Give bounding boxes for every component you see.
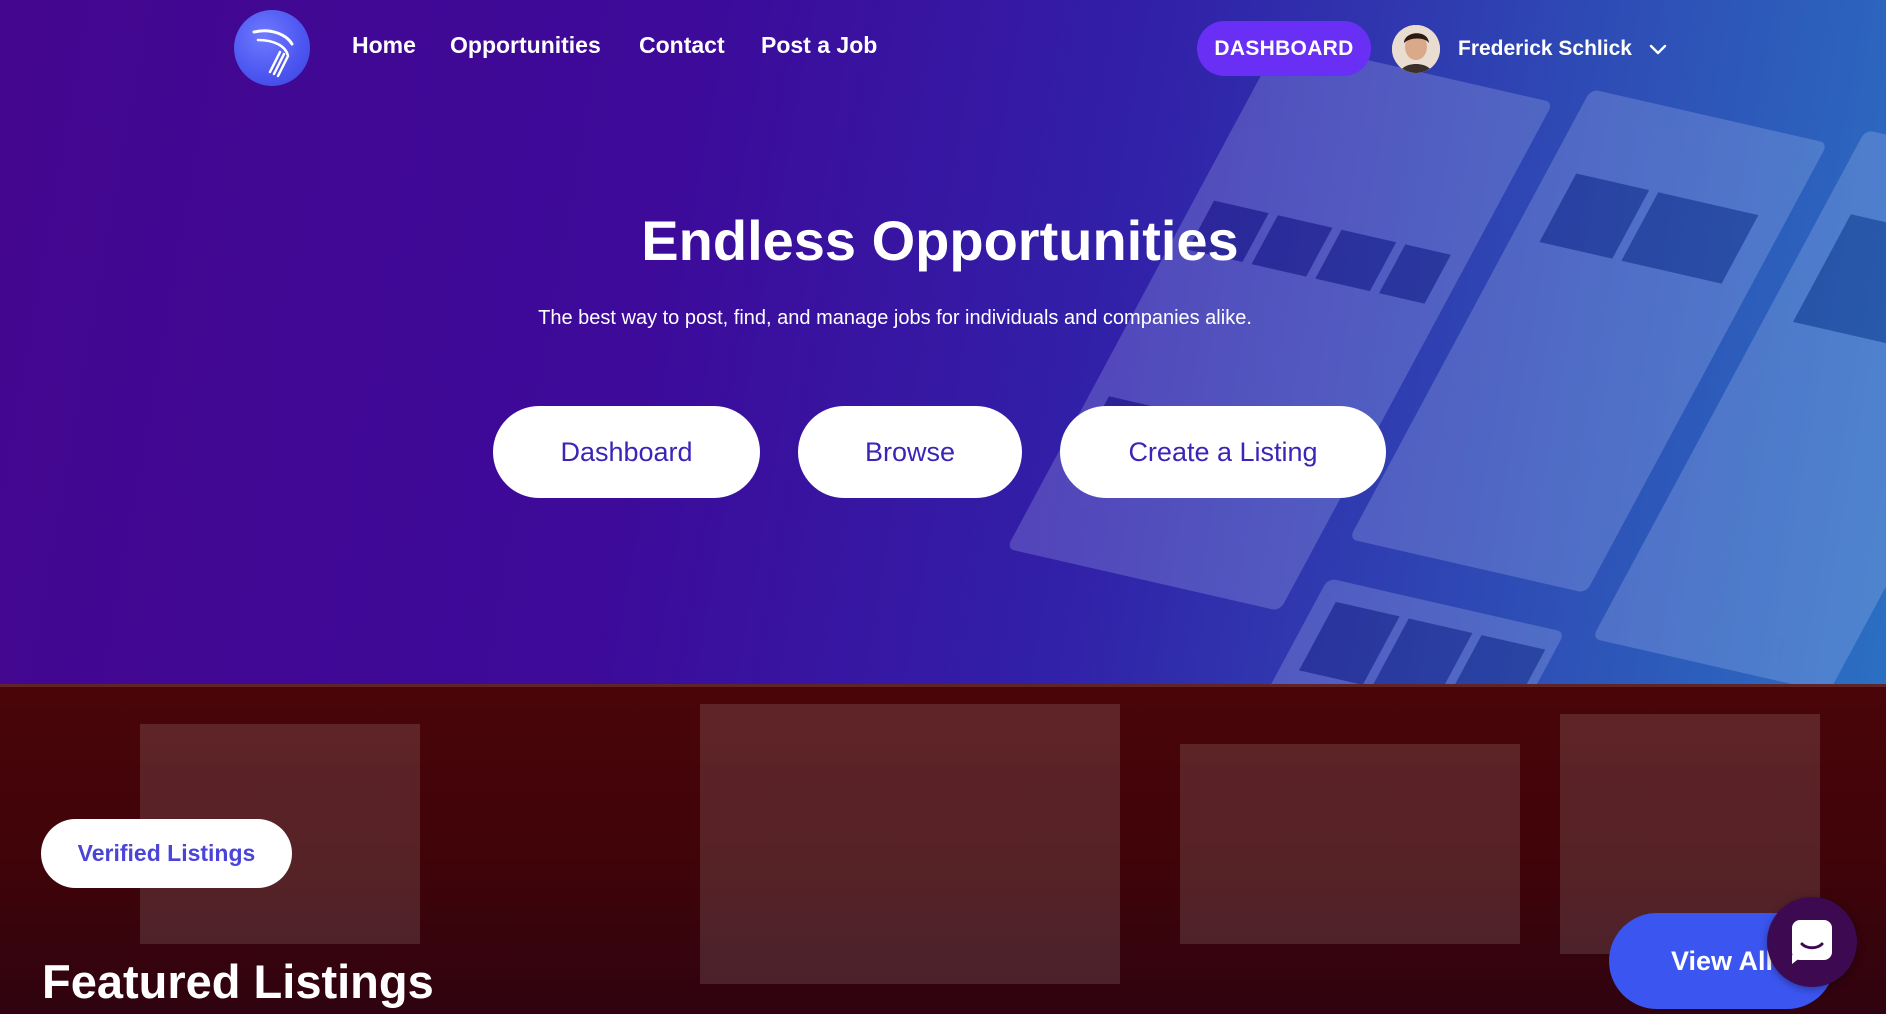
hero-background-mockups (1009, 41, 1886, 684)
nav-link-contact[interactable]: Contact (639, 32, 725, 59)
bird-wing-logo-icon[interactable] (234, 10, 310, 86)
chevron-down-icon[interactable] (1646, 37, 1670, 61)
user-name: Frederick Schlick (1458, 37, 1632, 60)
hero-dashboard-button[interactable]: Dashboard (493, 406, 760, 498)
user-menu[interactable]: Frederick Schlick (1392, 24, 1670, 74)
hero-section: Home Opportunities Contact Post a Job DA… (0, 0, 1886, 684)
featured-listings-section: Verified Listings Featured Listings View… (0, 684, 1886, 1014)
verified-listings-badge: Verified Listings (41, 819, 292, 888)
featured-listings-title: Featured Listings (42, 955, 434, 1008)
chat-bubble-icon (1792, 920, 1832, 964)
avatar (1392, 25, 1440, 73)
chat-launcher-button[interactable] (1767, 897, 1857, 987)
nav-link-post-a-job[interactable]: Post a Job (761, 32, 877, 59)
top-navbar: Home Opportunities Contact Post a Job DA… (0, 0, 1886, 96)
hero-title: Endless Opportunities (641, 209, 1239, 272)
nav-link-home[interactable]: Home (352, 32, 416, 59)
hero-browse-button[interactable]: Browse (798, 406, 1022, 498)
hero-subtitle: The best way to post, find, and manage j… (538, 307, 1252, 329)
nav-link-opportunities[interactable]: Opportunities (450, 32, 601, 59)
dashboard-nav-button[interactable]: DASHBOARD (1197, 21, 1371, 76)
hero-create-listing-button[interactable]: Create a Listing (1060, 406, 1386, 498)
